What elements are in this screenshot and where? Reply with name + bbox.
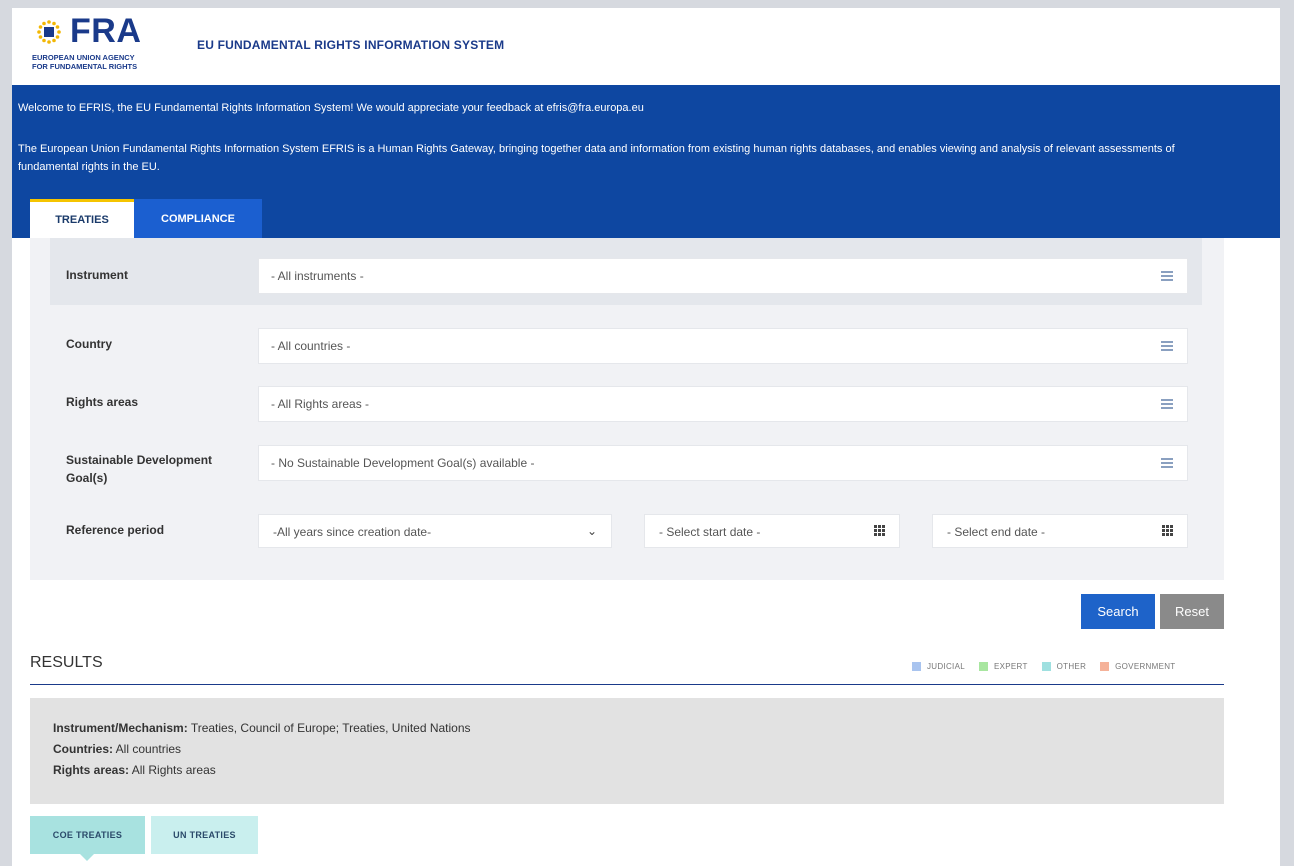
- legend-item-judicial: JUDICIAL: [912, 662, 965, 671]
- results-summary: Instrument/Mechanism: Treaties, Council …: [30, 698, 1224, 804]
- rights-areas-select[interactable]: - All Rights areas -: [258, 386, 1188, 422]
- description-text: The European Union Fundamental Rights In…: [18, 143, 1175, 173]
- sdg-select[interactable]: - No Sustainable Development Goal(s) ava…: [258, 445, 1188, 481]
- country-placeholder: - All countries -: [271, 339, 351, 353]
- summary-instrument-line: Instrument/Mechanism: Treaties, Council …: [53, 718, 1201, 739]
- window-frame-left: [0, 0, 12, 866]
- welcome-banner: Welcome to EFRIS, the EU Fundamental Rig…: [12, 85, 1280, 238]
- start-date-input[interactable]: - Select start date -: [644, 514, 900, 548]
- calendar-icon[interactable]: [874, 525, 885, 536]
- legend-label: OTHER: [1056, 662, 1087, 671]
- legend-swatch: [1100, 662, 1110, 671]
- results-heading: RESULTS: [30, 654, 103, 671]
- list-icon[interactable]: [1161, 341, 1173, 352]
- country-label: Country: [66, 337, 112, 351]
- summary-rights-label: Rights areas:: [53, 763, 130, 777]
- eu-flag-logo-icon: [32, 18, 66, 48]
- tab-un-treaties[interactable]: UN TREATIES: [151, 816, 258, 854]
- summary-instrument-value: Treaties, Council of Europe; Treaties, U…: [190, 721, 471, 735]
- summary-countries-value: All countries: [115, 742, 182, 756]
- end-date-input[interactable]: - Select end date -: [932, 514, 1188, 548]
- page: FRA EUROPEAN UNION AGENCY FOR FUNDAMENTA…: [12, 8, 1280, 866]
- rights-areas-placeholder: - All Rights areas -: [271, 397, 370, 411]
- summary-instrument-label: Instrument/Mechanism:: [53, 721, 188, 735]
- instrument-select[interactable]: - All instruments -: [258, 258, 1188, 294]
- end-date-placeholder: - Select end date -: [947, 525, 1046, 539]
- start-date-placeholder: - Select start date -: [659, 525, 761, 539]
- legend-label: JUDICIAL: [927, 662, 965, 671]
- logo-subtitle-line2: FOR FUNDAMENTAL RIGHTS: [32, 62, 138, 71]
- sdg-placeholder: - No Sustainable Development Goal(s) ava…: [271, 456, 535, 470]
- reference-period-label: Reference period: [66, 523, 165, 537]
- rights-areas-label: Rights areas: [66, 395, 139, 409]
- summary-countries-line: Countries: All countries: [53, 739, 1201, 760]
- results-divider: [30, 684, 1224, 685]
- sdg-label: Sustainable Development Goal(s): [66, 453, 213, 485]
- logo-subtitle-line1: EUROPEAN UNION AGENCY: [32, 53, 135, 62]
- legend-label: EXPERT: [993, 662, 1028, 671]
- fra-logo[interactable]: FRA EUROPEAN UNION AGENCY FOR FUNDAMENTA…: [32, 12, 172, 76]
- tab-compliance[interactable]: COMPLIANCE: [134, 199, 262, 238]
- legend-item-other: OTHER: [1041, 662, 1087, 671]
- calendar-icon[interactable]: [1162, 525, 1173, 536]
- reference-period-value: -All years since creation date-: [273, 525, 432, 539]
- legend-swatch: [1041, 662, 1051, 671]
- window-frame-right: [1280, 0, 1294, 866]
- list-icon[interactable]: [1161, 399, 1173, 410]
- chevron-down-icon: ⌄: [586, 524, 597, 538]
- window-frame-top: [0, 0, 1294, 8]
- legend-label: GOVERNMENT: [1115, 662, 1176, 671]
- summary-rights-value: All Rights areas: [131, 763, 216, 777]
- welcome-text: Welcome to EFRIS, the EU Fundamental Rig…: [18, 102, 644, 114]
- instrument-placeholder: - All instruments -: [271, 269, 364, 283]
- legend-item-expert: EXPERT: [978, 662, 1028, 671]
- tab-coe-treaties[interactable]: COE TREATIES: [30, 816, 145, 861]
- reference-period-select[interactable]: -All years since creation date- ⌄: [258, 514, 612, 548]
- legend-item-government: GOVERNMENT: [1100, 662, 1175, 671]
- reset-button[interactable]: Reset: [1160, 594, 1224, 629]
- instrument-label: Instrument: [66, 268, 129, 282]
- legend-swatch: [912, 662, 921, 671]
- site-title: EU FUNDAMENTAL RIGHTS INFORMATION SYSTEM: [197, 38, 505, 52]
- summary-rights-line: Rights areas: All Rights areas: [53, 760, 1201, 781]
- results-legend: JUDICIAL EXPERT OTHER GOVERNMENT: [912, 662, 1175, 671]
- list-icon[interactable]: [1161, 458, 1173, 469]
- list-icon[interactable]: [1161, 271, 1173, 282]
- filter-panel: Instrument - All instruments - Country -…: [30, 238, 1224, 580]
- results-subtabs: COE TREATIES UN TREATIES: [30, 816, 258, 861]
- summary-countries-label: Countries:: [53, 742, 113, 756]
- tab-treaties[interactable]: TREATIES: [30, 199, 134, 238]
- country-select[interactable]: - All countries -: [258, 328, 1188, 364]
- main-tabs: TREATIES COMPLIANCE: [30, 199, 262, 238]
- site-header: FRA EUROPEAN UNION AGENCY FOR FUNDAMENTA…: [12, 8, 1280, 84]
- search-button[interactable]: Search: [1081, 594, 1155, 629]
- logo-wordmark: FRA: [70, 12, 142, 50]
- legend-swatch: [978, 662, 988, 671]
